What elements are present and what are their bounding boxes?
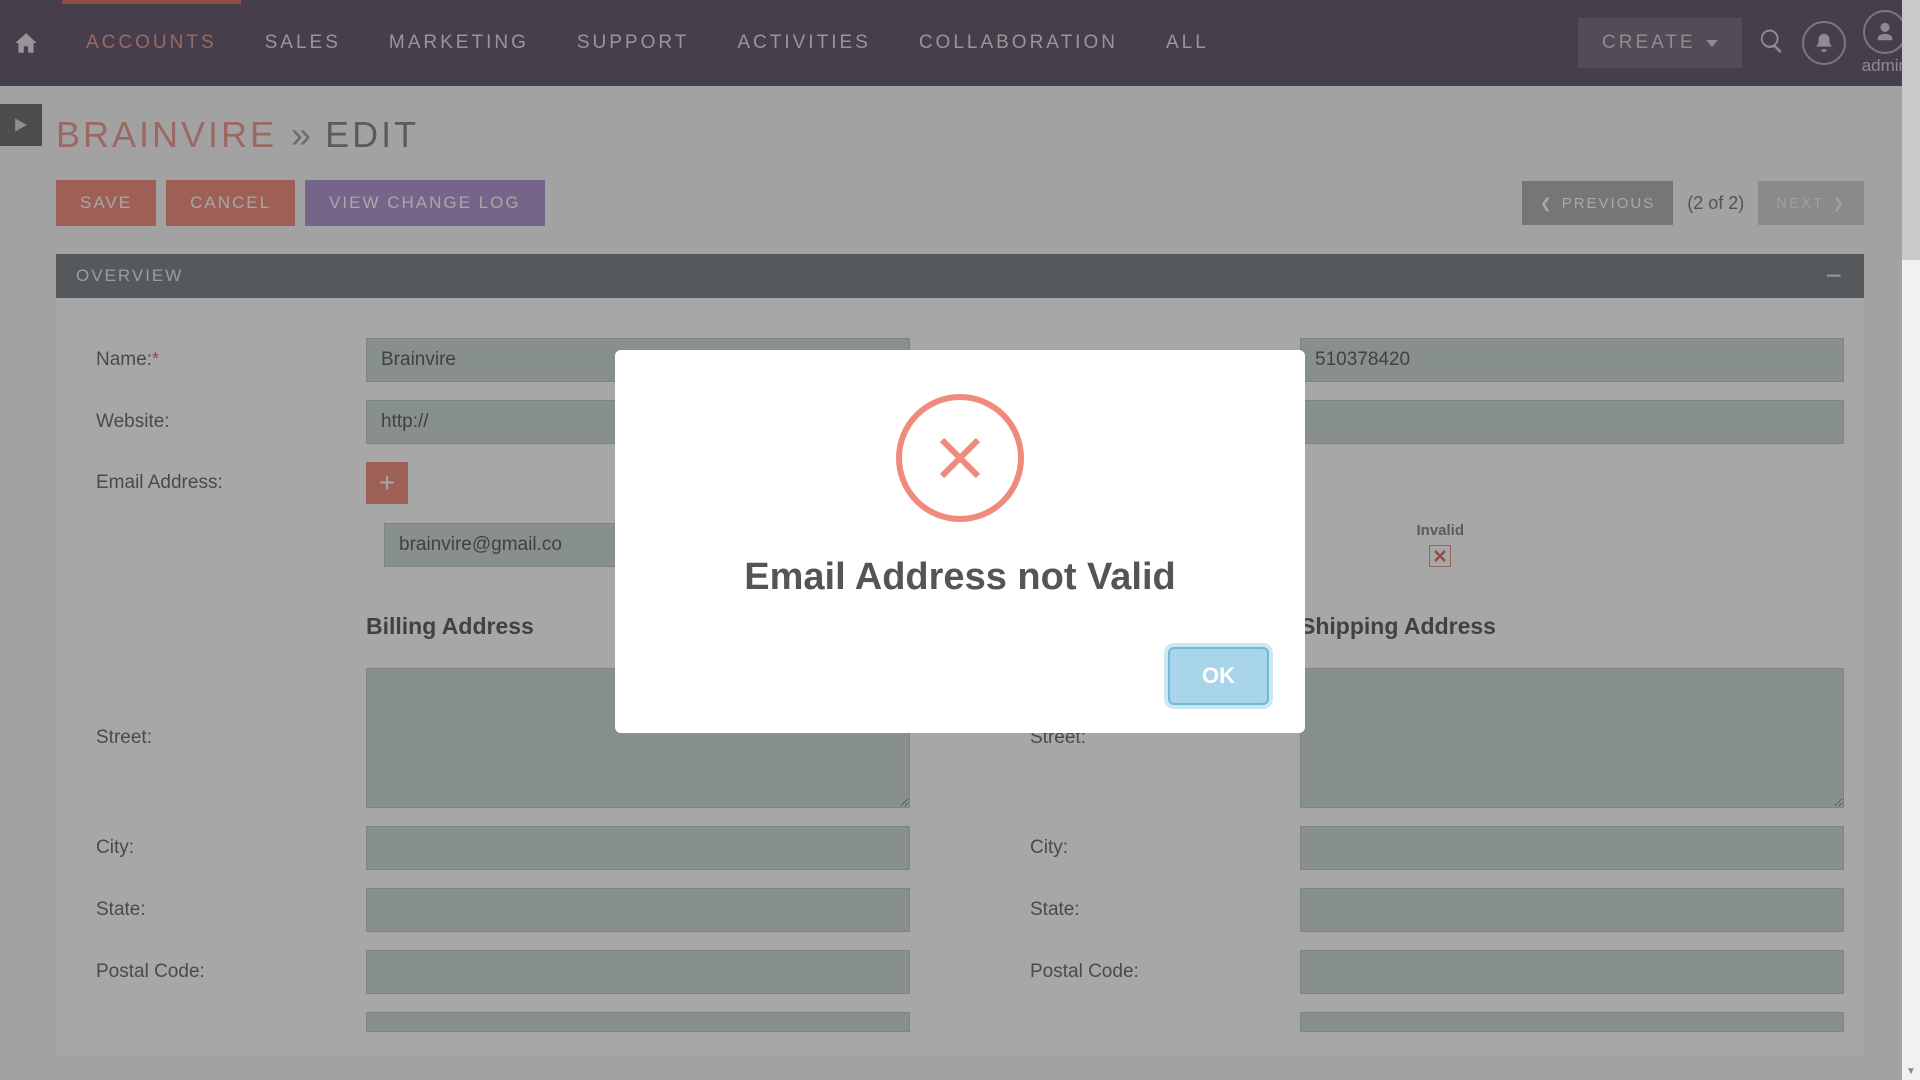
scrollbar[interactable]: ▲ ▼: [1902, 0, 1920, 1080]
modal-ok-button[interactable]: OK: [1168, 647, 1269, 705]
scroll-down-icon[interactable]: ▼: [1902, 1062, 1920, 1080]
scrollbar-thumb[interactable]: [1902, 0, 1920, 260]
error-modal: Email Address not Valid OK: [615, 350, 1305, 733]
modal-overlay: Email Address not Valid OK: [0, 0, 1920, 1080]
modal-title: Email Address not Valid: [651, 556, 1269, 599]
error-icon: [896, 394, 1024, 522]
